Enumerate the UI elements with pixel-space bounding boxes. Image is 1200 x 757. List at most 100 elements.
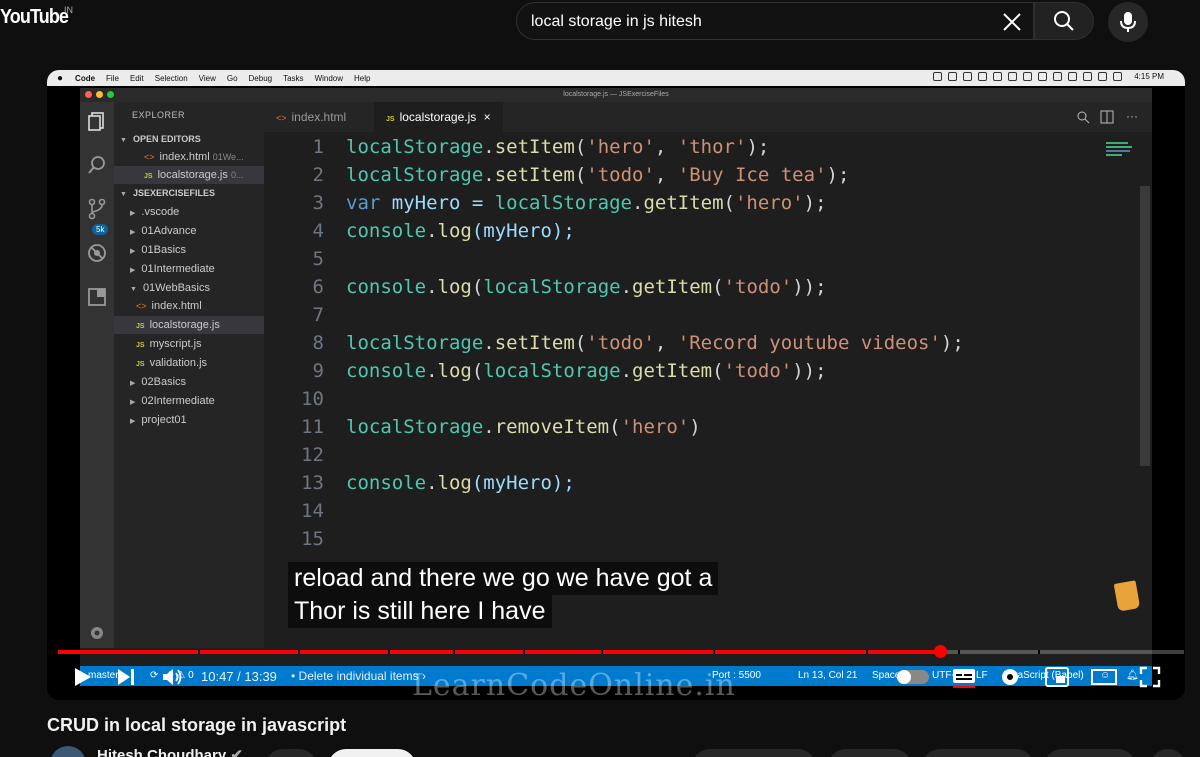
tab-localstorage-js: JS localstorage.js × <box>374 102 503 132</box>
mac-menu-item: Edit <box>129 73 144 83</box>
mac-clock: 4:15 PM <box>1134 72 1164 81</box>
chapter-marker <box>388 650 390 654</box>
download-button[interactable] <box>922 749 1034 757</box>
line-number: 4 <box>312 220 324 242</box>
subtitles-icon[interactable] <box>952 666 976 688</box>
file-name: index.html <box>159 151 210 163</box>
progress-scrubber[interactable] <box>933 645 947 658</box>
mac-menu-item: Debug <box>248 73 273 83</box>
next-video-icon[interactable] <box>115 666 137 688</box>
microphone-icon <box>1120 12 1136 32</box>
file-item: <> index.html <box>114 297 264 315</box>
action-pill[interactable] <box>265 749 317 757</box>
status-icon <box>1083 72 1093 81</box>
like-dislike-button[interactable] <box>692 749 816 757</box>
progress-bar[interactable] <box>58 645 1184 658</box>
country-code: IN <box>64 5 73 15</box>
chapter-marker <box>1038 650 1040 654</box>
search-button[interactable] <box>1034 2 1094 40</box>
progress-fill <box>58 650 940 654</box>
autoplay-toggle[interactable] <box>897 670 929 684</box>
folder-header: ▼ JSEXERCISEFILES <box>114 184 264 202</box>
line-number: 14 <box>301 500 324 522</box>
activity-bar: 5k <box>80 102 114 648</box>
share-button[interactable] <box>828 749 912 757</box>
chevron-right-icon: ▶ <box>130 267 136 274</box>
status-icon <box>978 72 988 81</box>
folder-name: .vscode <box>141 206 180 218</box>
files-icon <box>88 112 104 131</box>
folder-item: ▶ 01Basics <box>114 241 264 259</box>
line-number: 10 <box>301 388 324 410</box>
code-line: console.log(myHero); <box>346 220 575 242</box>
more-button[interactable] <box>1150 749 1186 757</box>
mac-menu-item: View <box>198 73 216 83</box>
line-number: 3 <box>312 192 324 214</box>
youtube-logo[interactable]: YouTube <box>0 6 69 29</box>
extensions-icon <box>88 288 106 306</box>
channel-name-text: Hitesh Choudhary <box>97 747 227 757</box>
fullscreen-icon[interactable] <box>1139 666 1161 688</box>
chevron-down-icon: ▼ <box>120 137 127 144</box>
settings-icon[interactable] <box>999 666 1021 688</box>
close-tab-icon: × <box>483 110 491 124</box>
line-number: 15 <box>301 528 324 550</box>
subscribe-button[interactable] <box>328 749 416 757</box>
line-number: 6 <box>312 276 324 298</box>
play-icon[interactable] <box>71 666 93 688</box>
search-icon <box>1054 11 1074 31</box>
file-item: JS localstorage.js <box>114 316 264 334</box>
verified-icon: ✔ <box>230 747 243 757</box>
chevron-down-icon: ▼ <box>120 191 127 198</box>
settings-gear-icon <box>91 627 103 639</box>
chevron-right-icon: ▶ <box>130 210 136 217</box>
mac-menu-item: Tasks <box>283 73 304 83</box>
source-control-icon <box>88 198 106 220</box>
chapter-title[interactable]: • Delete individual items › <box>291 669 426 683</box>
search-box[interactable]: local storage in js hitesh <box>516 2 1034 40</box>
caption-line: Thor is still here I have <box>288 595 552 628</box>
theater-mode-icon[interactable] <box>1091 666 1117 688</box>
chapter-marker <box>453 650 455 654</box>
js-file-icon: JS <box>386 116 395 123</box>
tab-label: index.html <box>291 110 347 124</box>
status-icon <box>1068 72 1078 81</box>
line-number: 5 <box>312 248 324 270</box>
status-icon <box>1008 72 1018 81</box>
voice-search-button[interactable] <box>1108 2 1148 42</box>
mac-menu-item: Code <box>75 73 96 83</box>
chevron-right-icon: ▶ <box>130 380 136 387</box>
chapter-label: Delete individual items <box>298 669 419 683</box>
status-icon <box>1113 72 1123 81</box>
file-name: myscript.js <box>149 338 202 350</box>
status-icon <box>933 72 943 81</box>
chapter-marker <box>198 650 200 654</box>
debug-icon <box>88 244 106 262</box>
section-label: OPEN EDITORS <box>132 134 201 144</box>
status-icon <box>1098 72 1108 81</box>
channel-avatar[interactable] <box>50 746 86 757</box>
line-number: 7 <box>312 304 324 326</box>
js-file-icon: JS <box>136 323 145 330</box>
chapter-marker <box>601 650 603 654</box>
apple-icon: ● <box>57 72 64 84</box>
chevron-right-icon: ▶ <box>130 229 136 236</box>
folder-name: 01WebBasics <box>142 282 210 294</box>
chevron-down-icon: ▼ <box>130 286 137 293</box>
line-number: 1 <box>312 136 324 158</box>
file-name: localstorage.js <box>157 169 228 181</box>
channel-name[interactable]: Hitesh Choudhary ✔ <box>97 746 243 757</box>
player-controls: 10:47 / 13:39 • Delete individual items … <box>47 658 1185 696</box>
folder-item: ▶ 02Basics <box>114 373 264 391</box>
search-icon <box>88 156 105 174</box>
clear-search-icon[interactable] <box>999 9 1025 35</box>
clip-button[interactable] <box>1044 749 1136 757</box>
window-controls <box>85 91 114 98</box>
window-title: localstorage.js — JSExerciseFiles <box>563 91 669 98</box>
split-editor-icon <box>1100 110 1114 124</box>
search-input[interactable]: local storage in js hitesh <box>531 13 702 31</box>
file-item: JS myscript.js <box>114 335 264 353</box>
mac-menu-item: Go <box>226 73 238 83</box>
volume-icon[interactable] <box>161 666 185 688</box>
miniplayer-icon[interactable] <box>1045 666 1069 688</box>
